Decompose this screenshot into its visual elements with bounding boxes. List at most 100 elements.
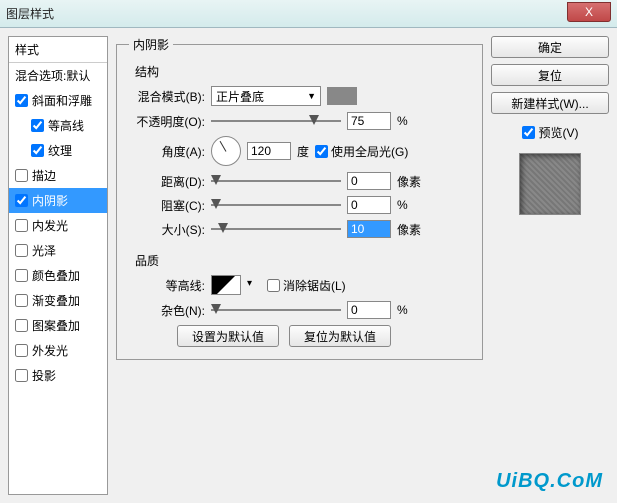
style-item-label: 图案叠加 [32, 317, 80, 334]
style-item-label: 内发光 [32, 217, 68, 234]
noise-row: 杂色(N): % [129, 301, 470, 319]
distance-row: 距离(D): 像素 [129, 172, 470, 190]
reset-button[interactable]: 复位 [491, 64, 609, 86]
style-list: 样式 混合选项:默认 斜面和浮雕等高线纹理描边内阴影内发光光泽颜色叠加渐变叠加图… [8, 36, 108, 495]
opacity-row: 不透明度(O): % [129, 112, 470, 130]
opacity-slider[interactable] [211, 112, 341, 130]
revert-default-button[interactable]: 复位为默认值 [289, 325, 391, 347]
distance-slider[interactable] [211, 172, 341, 190]
blend-defaults-label: 混合选项:默认 [15, 67, 90, 84]
choke-label: 阻塞(C): [129, 197, 205, 214]
style-item-checkbox[interactable] [15, 294, 28, 307]
style-item-label: 外发光 [32, 342, 68, 359]
style-item-label: 描边 [32, 167, 56, 184]
choke-slider[interactable] [211, 196, 341, 214]
panel-title: 内阴影 [129, 36, 173, 53]
style-item-checkbox[interactable] [15, 194, 28, 207]
preview-input[interactable] [522, 126, 535, 139]
choke-input[interactable] [347, 196, 391, 214]
noise-unit: % [397, 303, 427, 317]
style-item-label: 颜色叠加 [32, 267, 80, 284]
style-item-label: 内阴影 [32, 192, 68, 209]
style-list-header: 样式 [9, 37, 107, 63]
style-item-checkbox[interactable] [15, 369, 28, 382]
titlebar: 图层样式 X [0, 0, 617, 28]
noise-slider[interactable] [211, 301, 341, 319]
style-item-0[interactable]: 斜面和浮雕 [9, 88, 107, 113]
blend-mode-row: 混合模式(B): 正片叠底 [129, 86, 470, 106]
style-item-11[interactable]: 投影 [9, 363, 107, 388]
noise-label: 杂色(N): [129, 302, 205, 319]
style-item-6[interactable]: 光泽 [9, 238, 107, 263]
angle-input[interactable] [247, 142, 291, 160]
watermark: UiBQ.CoM [496, 470, 603, 493]
set-default-button[interactable]: 设置为默认值 [177, 325, 279, 347]
angle-label: 角度(A): [129, 143, 205, 160]
style-item-checkbox[interactable] [15, 219, 28, 232]
style-item-5[interactable]: 内发光 [9, 213, 107, 238]
inner-shadow-fieldset: 内阴影 结构 混合模式(B): 正片叠底 不透明度(O): % 角度(A): 度 [116, 36, 483, 360]
style-item-checkbox[interactable] [15, 169, 28, 182]
size-label: 大小(S): [129, 221, 205, 238]
contour-picker[interactable] [211, 275, 241, 295]
style-item-label: 纹理 [48, 142, 72, 159]
distance-input[interactable] [347, 172, 391, 190]
style-item-2[interactable]: 纹理 [9, 138, 107, 163]
blend-defaults-row[interactable]: 混合选项:默认 [9, 63, 107, 88]
close-button[interactable]: X [567, 2, 611, 22]
style-item-checkbox[interactable] [31, 119, 44, 132]
preview-checkbox[interactable]: 预览(V) [491, 124, 609, 141]
style-item-1[interactable]: 等高线 [9, 113, 107, 138]
new-style-button[interactable]: 新建样式(W)... [491, 92, 609, 114]
antialias-checkbox[interactable]: 消除锯齿(L) [267, 277, 346, 294]
preview-label: 预览(V) [539, 124, 579, 141]
blend-mode-value: 正片叠底 [216, 88, 264, 105]
opacity-unit: % [397, 114, 427, 128]
structure-title: 结构 [135, 63, 470, 80]
style-item-label: 投影 [32, 367, 56, 384]
default-buttons-row: 设置为默认值 复位为默认值 [129, 325, 470, 347]
global-light-label: 使用全局光(G) [331, 143, 408, 160]
style-item-label: 斜面和浮雕 [32, 92, 92, 109]
style-item-label: 光泽 [32, 242, 56, 259]
size-input[interactable] [347, 220, 391, 238]
distance-label: 距离(D): [129, 173, 205, 190]
choke-row: 阻塞(C): % [129, 196, 470, 214]
size-slider[interactable] [211, 220, 341, 238]
shadow-color-swatch[interactable] [327, 87, 357, 105]
style-item-7[interactable]: 颜色叠加 [9, 263, 107, 288]
blend-mode-label: 混合模式(B): [129, 88, 205, 105]
angle-unit: 度 [297, 143, 309, 160]
style-item-checkbox[interactable] [15, 244, 28, 257]
ok-button[interactable]: 确定 [491, 36, 609, 58]
style-item-checkbox[interactable] [15, 94, 28, 107]
global-light-input[interactable] [315, 145, 328, 158]
style-item-checkbox[interactable] [15, 319, 28, 332]
dialog-body: 样式 混合选项:默认 斜面和浮雕等高线纹理描边内阴影内发光光泽颜色叠加渐变叠加图… [0, 28, 617, 503]
angle-dial[interactable] [211, 136, 241, 166]
contour-row: 等高线: 消除锯齿(L) [129, 275, 470, 295]
style-item-checkbox[interactable] [31, 144, 44, 157]
style-item-10[interactable]: 外发光 [9, 338, 107, 363]
right-panel: 确定 复位 新建样式(W)... 预览(V) [491, 36, 609, 495]
antialias-input[interactable] [267, 279, 280, 292]
opacity-label: 不透明度(O): [129, 113, 205, 130]
center-panel: 内阴影 结构 混合模式(B): 正片叠底 不透明度(O): % 角度(A): 度 [116, 36, 483, 495]
noise-input[interactable] [347, 301, 391, 319]
style-item-8[interactable]: 渐变叠加 [9, 288, 107, 313]
global-light-checkbox[interactable]: 使用全局光(G) [315, 143, 408, 160]
style-item-label: 等高线 [48, 117, 84, 134]
quality-title: 品质 [135, 252, 470, 269]
style-item-9[interactable]: 图案叠加 [9, 313, 107, 338]
style-item-checkbox[interactable] [15, 269, 28, 282]
blend-mode-dropdown[interactable]: 正片叠底 [211, 86, 321, 106]
style-item-3[interactable]: 描边 [9, 163, 107, 188]
distance-unit: 像素 [397, 173, 427, 190]
window-title: 图层样式 [6, 5, 54, 22]
opacity-input[interactable] [347, 112, 391, 130]
preview-thumbnail [519, 153, 581, 215]
size-unit: 像素 [397, 221, 427, 238]
style-item-checkbox[interactable] [15, 344, 28, 357]
choke-unit: % [397, 198, 427, 212]
style-item-4[interactable]: 内阴影 [9, 188, 107, 213]
